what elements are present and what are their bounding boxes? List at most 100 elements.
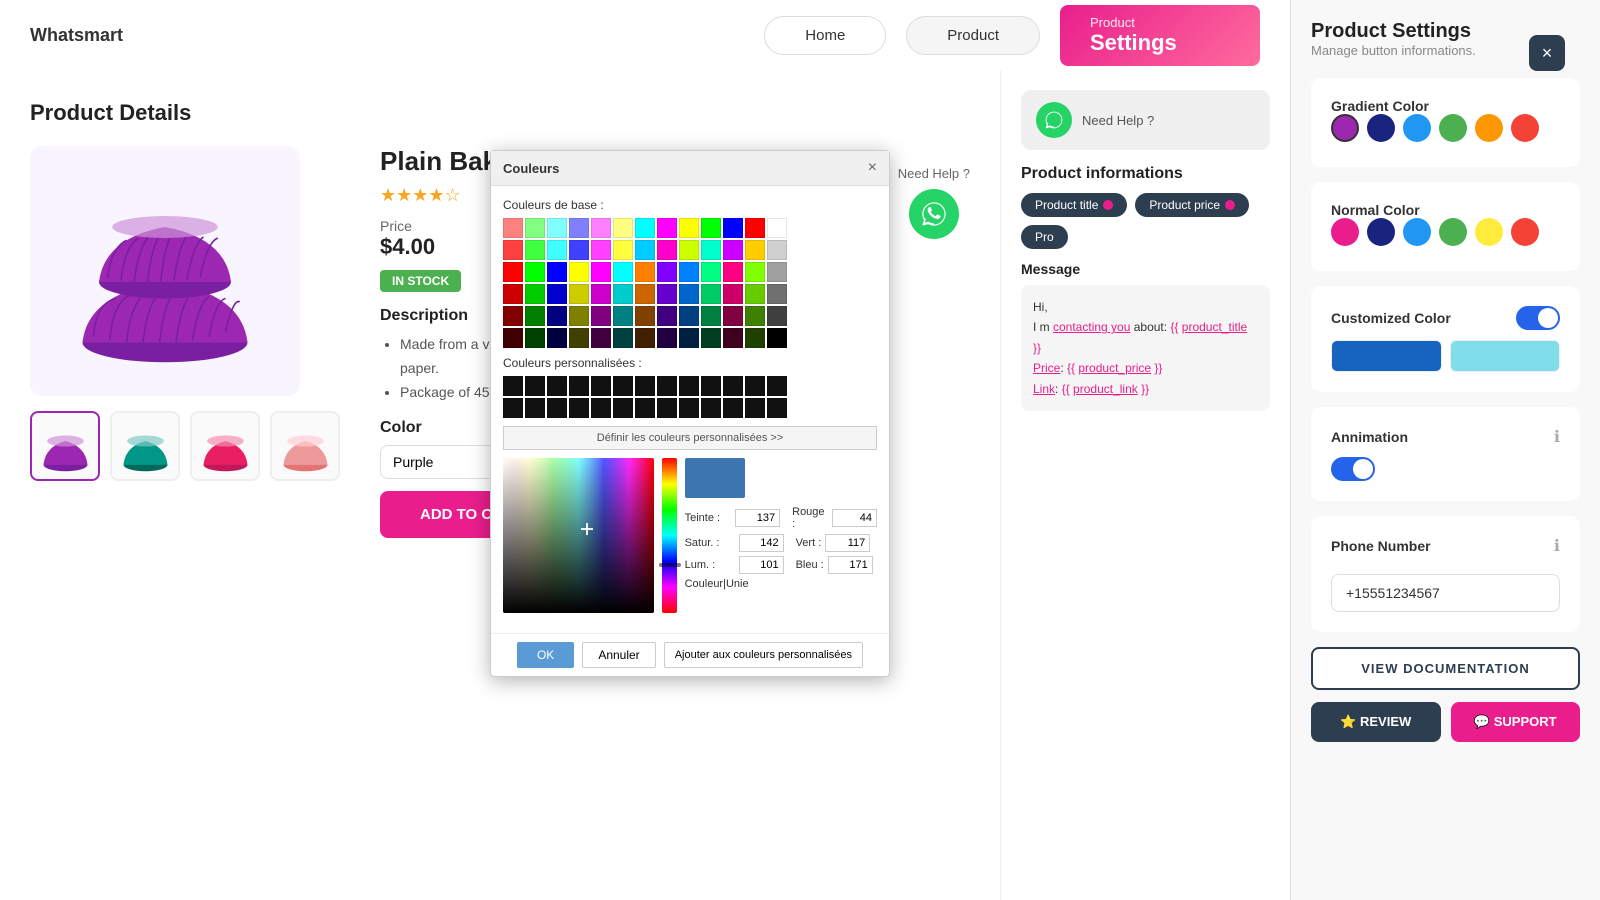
base-color-cell[interactable] bbox=[745, 218, 765, 238]
swatch-red[interactable] bbox=[1511, 114, 1539, 142]
base-color-cell[interactable] bbox=[679, 328, 699, 348]
base-color-cell[interactable] bbox=[701, 328, 721, 348]
base-color-cell[interactable] bbox=[745, 240, 765, 260]
base-color-cell[interactable] bbox=[657, 306, 677, 326]
custom-color-cell[interactable] bbox=[657, 398, 677, 418]
base-color-cell[interactable] bbox=[723, 262, 743, 282]
base-color-cell[interactable] bbox=[525, 218, 545, 238]
base-color-cell[interactable] bbox=[591, 240, 611, 260]
customized-color-toggle[interactable] bbox=[1516, 306, 1560, 330]
base-color-cell[interactable] bbox=[679, 262, 699, 282]
base-color-cell[interactable] bbox=[613, 328, 633, 348]
swatch-sky[interactable] bbox=[1403, 218, 1431, 246]
base-color-cell[interactable] bbox=[569, 306, 589, 326]
swatch-orange[interactable] bbox=[1475, 114, 1503, 142]
base-color-cell[interactable] bbox=[503, 262, 523, 282]
base-color-cell[interactable] bbox=[547, 262, 567, 282]
custom-color-cell[interactable] bbox=[503, 376, 523, 396]
annuler-button[interactable]: Annuler bbox=[582, 642, 655, 668]
rouge-input[interactable] bbox=[832, 509, 877, 527]
gradient-picker[interactable] bbox=[503, 458, 654, 613]
swatch-lime[interactable] bbox=[1439, 218, 1467, 246]
base-color-cell[interactable] bbox=[547, 218, 567, 238]
tag-product-title[interactable]: Product title bbox=[1021, 193, 1127, 217]
base-color-cell[interactable] bbox=[679, 284, 699, 304]
custom-color-cell[interactable] bbox=[745, 398, 765, 418]
base-color-cell[interactable] bbox=[745, 284, 765, 304]
base-color-cell[interactable] bbox=[701, 262, 721, 282]
satur-input[interactable] bbox=[739, 534, 784, 552]
base-color-cell[interactable] bbox=[613, 306, 633, 326]
lum-input[interactable] bbox=[739, 556, 784, 574]
nav-product[interactable]: Product bbox=[906, 16, 1040, 55]
ok-button[interactable]: OK bbox=[517, 642, 574, 668]
thumb-salmon[interactable] bbox=[270, 411, 340, 481]
base-color-cell[interactable] bbox=[613, 218, 633, 238]
custom-color-cell[interactable] bbox=[767, 398, 787, 418]
base-color-cell[interactable] bbox=[569, 284, 589, 304]
base-color-cell[interactable] bbox=[679, 218, 699, 238]
custom-color-cell[interactable] bbox=[547, 376, 567, 396]
base-color-cell[interactable] bbox=[745, 262, 765, 282]
base-color-cell[interactable] bbox=[701, 218, 721, 238]
base-color-cell[interactable] bbox=[767, 218, 787, 238]
base-color-cell[interactable] bbox=[745, 328, 765, 348]
base-color-cell[interactable] bbox=[657, 240, 677, 260]
base-color-cell[interactable] bbox=[569, 218, 589, 238]
custom-color-cell[interactable] bbox=[723, 376, 743, 396]
custom-color-cell[interactable] bbox=[635, 398, 655, 418]
base-color-cell[interactable] bbox=[591, 262, 611, 282]
base-color-cell[interactable] bbox=[591, 306, 611, 326]
base-color-cell[interactable] bbox=[613, 262, 633, 282]
custom-color-cell[interactable] bbox=[613, 398, 633, 418]
base-color-cell[interactable] bbox=[503, 240, 523, 260]
base-color-cell[interactable] bbox=[657, 218, 677, 238]
base-color-cell[interactable] bbox=[679, 240, 699, 260]
swatch-darkblue[interactable] bbox=[1367, 114, 1395, 142]
thumb-teal[interactable] bbox=[110, 411, 180, 481]
phone-info-icon[interactable]: ℹ bbox=[1554, 536, 1560, 556]
animation-info-icon[interactable]: ℹ bbox=[1554, 427, 1560, 447]
base-color-cell[interactable] bbox=[635, 240, 655, 260]
base-color-cell[interactable] bbox=[635, 306, 655, 326]
custom-color-cell[interactable] bbox=[525, 398, 545, 418]
base-color-cell[interactable] bbox=[613, 284, 633, 304]
base-color-cell[interactable] bbox=[503, 306, 523, 326]
close-button[interactable]: × bbox=[1529, 35, 1565, 71]
base-color-cell[interactable] bbox=[723, 328, 743, 348]
custom-color-cell[interactable] bbox=[569, 376, 589, 396]
custom-color-2[interactable] bbox=[1450, 340, 1561, 372]
base-color-cell[interactable] bbox=[525, 328, 545, 348]
thumb-purple[interactable] bbox=[30, 411, 100, 481]
teinte-input[interactable] bbox=[735, 509, 780, 527]
tag-product-price[interactable]: Product price bbox=[1135, 193, 1249, 217]
base-color-cell[interactable] bbox=[591, 328, 611, 348]
custom-color-cell[interactable] bbox=[767, 376, 787, 396]
custom-color-cell[interactable] bbox=[613, 376, 633, 396]
custom-color-cell[interactable] bbox=[525, 376, 545, 396]
custom-color-cell[interactable] bbox=[569, 398, 589, 418]
custom-color-cell[interactable] bbox=[701, 398, 721, 418]
base-color-cell[interactable] bbox=[525, 284, 545, 304]
base-color-cell[interactable] bbox=[635, 218, 655, 238]
thumb-pink[interactable] bbox=[190, 411, 260, 481]
base-color-cell[interactable] bbox=[657, 262, 677, 282]
custom-color-cell[interactable] bbox=[679, 398, 699, 418]
custom-color-cell[interactable] bbox=[591, 376, 611, 396]
swatch-green[interactable] bbox=[1439, 114, 1467, 142]
base-color-cell[interactable] bbox=[547, 284, 567, 304]
tag-pro[interactable]: Pro bbox=[1021, 225, 1068, 249]
swatch-navy[interactable] bbox=[1367, 218, 1395, 246]
base-color-cell[interactable] bbox=[525, 240, 545, 260]
base-color-cell[interactable] bbox=[635, 284, 655, 304]
base-color-cell[interactable] bbox=[525, 306, 545, 326]
custom-color-cell[interactable] bbox=[657, 376, 677, 396]
base-color-cell[interactable] bbox=[503, 284, 523, 304]
base-color-cell[interactable] bbox=[701, 240, 721, 260]
ajouter-button[interactable]: Ajouter aux couleurs personnalisées bbox=[664, 642, 863, 668]
vert-input[interactable] bbox=[825, 534, 870, 552]
view-doc-button[interactable]: VIEW DOCUMENTATION bbox=[1311, 647, 1580, 690]
swatch-blue[interactable] bbox=[1403, 114, 1431, 142]
review-button[interactable]: ⭐ REVIEW bbox=[1311, 702, 1441, 742]
base-color-cell[interactable] bbox=[701, 284, 721, 304]
